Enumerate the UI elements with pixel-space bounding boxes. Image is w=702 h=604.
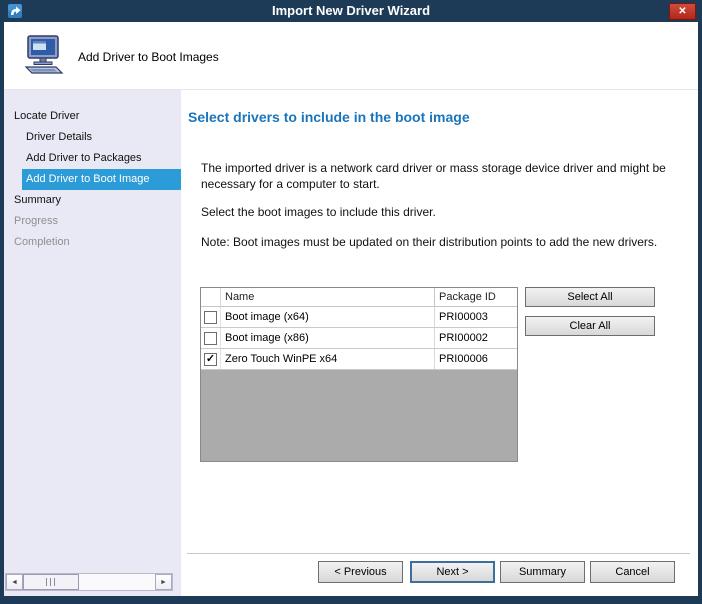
computer-icon <box>22 34 66 81</box>
scroll-right-icon[interactable]: ► <box>155 574 172 590</box>
boot-image-x86-checkbox[interactable] <box>204 332 217 345</box>
row-checkbox-cell <box>201 307 221 327</box>
row-name-cell: Zero Touch WinPE x64 <box>221 349 435 369</box>
step-driver-details[interactable]: Driver Details <box>4 127 181 148</box>
import-new-driver-wizard-window: Import New Driver Wizard ✕ Add Driver to… <box>0 0 702 604</box>
scroll-left-icon[interactable]: ◄ <box>6 574 23 590</box>
intro-text: The imported driver is a network card dr… <box>201 160 683 192</box>
step-add-driver-to-packages[interactable]: Add Driver to Packages <box>4 148 181 169</box>
note-text: Note: Boot images must be updated on the… <box>201 234 683 250</box>
zero-touch-winpe-x64-checkbox[interactable] <box>204 353 217 366</box>
table-row[interactable]: Boot image (x86) PRI00002 <box>201 328 517 349</box>
boot-images-table: Name Package ID Boot image (x64) PRI0000… <box>200 287 518 462</box>
table-header-row: Name Package ID <box>201 288 517 307</box>
clear-all-button[interactable]: Clear All <box>525 316 655 336</box>
row-package-id-cell: PRI00003 <box>435 307 517 327</box>
wizard-body: Locate Driver Driver Details Add Driver … <box>4 90 698 596</box>
instruction-text: Select the boot images to include this d… <box>201 204 683 220</box>
cancel-button[interactable]: Cancel <box>590 561 675 583</box>
table-row[interactable]: Zero Touch WinPE x64 PRI00006 <box>201 349 517 370</box>
scrollbar-thumb-grip <box>46 578 57 586</box>
page-title: Select drivers to include in the boot im… <box>188 109 688 125</box>
step-locate-driver[interactable]: Locate Driver <box>4 106 181 127</box>
previous-button[interactable]: < Previous <box>318 561 403 583</box>
wizard-steps-sidebar: Locate Driver Driver Details Add Driver … <box>4 90 181 596</box>
table-row[interactable]: Boot image (x64) PRI00003 <box>201 307 517 328</box>
select-all-button[interactable]: Select All <box>525 287 655 307</box>
header-title: Add Driver to Boot Images <box>78 50 219 64</box>
wizard-steps-list: Locate Driver Driver Details Add Driver … <box>4 90 181 253</box>
scrollbar-thumb[interactable] <box>23 574 79 590</box>
step-progress: Progress <box>4 211 181 232</box>
step-add-driver-to-boot-image-current[interactable]: Add Driver to Boot Image <box>22 169 181 190</box>
scrollbar-track[interactable] <box>79 574 155 590</box>
titlebar: Import New Driver Wizard ✕ <box>0 0 702 22</box>
checkbox-column-header[interactable] <box>201 288 221 306</box>
name-column-header[interactable]: Name <box>221 288 435 306</box>
wizard-main-pane: Select drivers to include in the boot im… <box>181 90 698 596</box>
row-checkbox-cell <box>201 328 221 348</box>
close-button[interactable]: ✕ <box>669 3 696 20</box>
window-title: Import New Driver Wizard <box>0 3 702 18</box>
row-package-id-cell: PRI00006 <box>435 349 517 369</box>
sidebar-horizontal-scrollbar[interactable]: ◄ ► <box>5 573 173 591</box>
row-name-cell: Boot image (x64) <box>221 307 435 327</box>
next-button[interactable]: Next > <box>410 561 495 583</box>
row-name-cell: Boot image (x86) <box>221 328 435 348</box>
boot-image-x64-checkbox[interactable] <box>204 311 217 324</box>
summary-button[interactable]: Summary <box>500 561 585 583</box>
wizard-header: Add Driver to Boot Images <box>4 22 698 90</box>
step-summary[interactable]: Summary <box>4 190 181 211</box>
package-id-column-header[interactable]: Package ID <box>435 288 517 306</box>
row-checkbox-cell <box>201 349 221 369</box>
footer-divider <box>187 553 690 555</box>
step-completion: Completion <box>4 232 181 253</box>
row-package-id-cell: PRI00002 <box>435 328 517 348</box>
